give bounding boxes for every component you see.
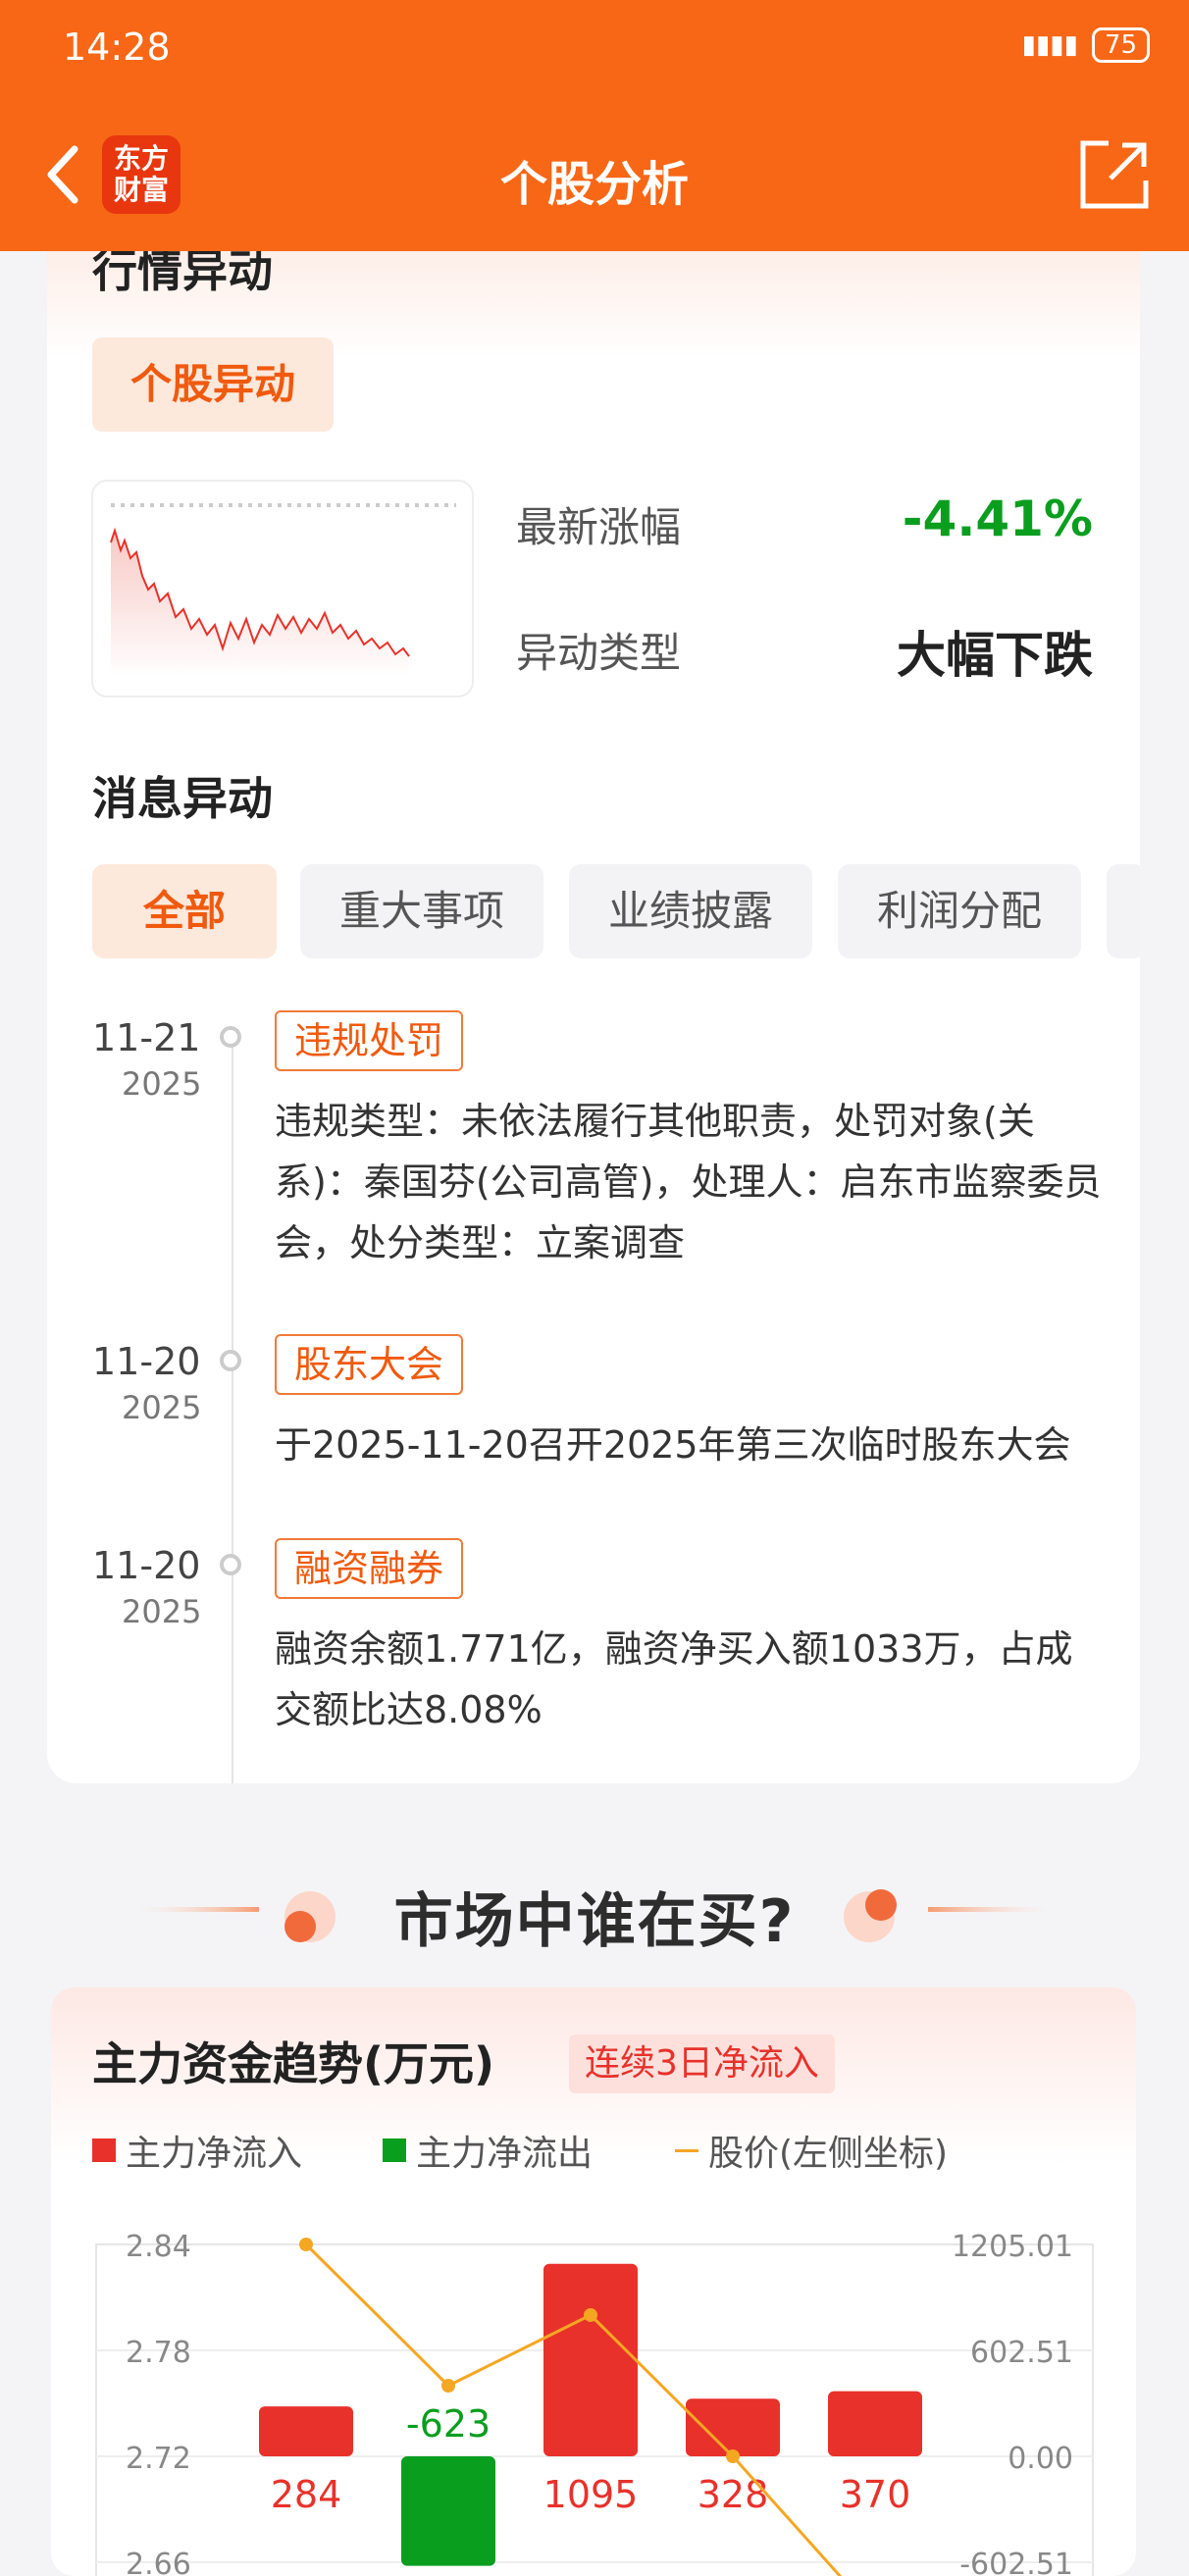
flow-bar <box>259 2406 353 2456</box>
event-tag[interactable]: 融资融券 <box>275 1538 464 1599</box>
latest-change-value: -4.41% <box>902 490 1093 547</box>
latest-change-label: 最新涨幅 <box>516 503 682 551</box>
legend-price: 股价(左侧坐标) <box>675 2125 948 2176</box>
event-tag[interactable]: 股东大会 <box>275 1334 464 1395</box>
flow-bar <box>828 2391 922 2456</box>
status-time: 14:28 <box>63 26 171 69</box>
section-title-news: 消息异动 <box>92 772 273 825</box>
flow-value-label: -623 <box>406 2402 491 2446</box>
status-bar: 14:28 ▮▮▮▮ 75 <box>0 0 1189 98</box>
flow-value-label: 284 <box>271 2473 342 2516</box>
legend-outflow: 主力净流出 <box>383 2125 593 2176</box>
event-year: 2025 <box>122 1593 202 1630</box>
y-right-tick: 1205.01 <box>952 2230 1073 2264</box>
anomaly-card: 行情异动 个股异动 最新涨幅 -4.41% 异动类型 大幅下跌 消息异动 全部 … <box>47 251 1140 1783</box>
fund-flow-title: 主力资金趋势(万元) <box>92 2037 495 2090</box>
price-point <box>441 2379 455 2393</box>
intraday-sparkline[interactable] <box>91 480 474 697</box>
y-left-tick: 2.66 <box>126 2548 191 2576</box>
tab-earnings[interactable]: 业绩披露 <box>569 864 812 958</box>
event-text[interactable]: 于2025-11-20召开2025年第三次临时股东大会 <box>275 1415 1109 1475</box>
anomaly-type-value: 大幅下跌 <box>897 627 1093 684</box>
y-left-tick: 2.72 <box>126 2442 191 2476</box>
status-icons: ▮▮▮▮ 75 <box>1022 27 1150 63</box>
tab-all[interactable]: 全部 <box>92 864 277 958</box>
event-date: 11-20 <box>92 1544 201 1587</box>
event-date: 11-20 <box>92 1340 201 1383</box>
fund-flow-chart[interactable]: 2.84 1205.01 2.78 602.51 2.72 0.00 2.66 -602.51… <box>51 2184 1136 2576</box>
fund-flow-card: 主力资金趋势(万元) 连续3日净流入 主力净流入 主力净流出 股价(左侧坐标) … <box>51 1987 1136 2576</box>
event-year: 2025 <box>122 1389 202 1426</box>
flow-bar <box>401 2456 495 2566</box>
y-right-tick: -602.51 <box>959 2548 1073 2576</box>
tab-more[interactable] <box>1107 864 1140 958</box>
event-date: 11-21 <box>92 1016 201 1059</box>
price-point <box>584 2308 597 2322</box>
y-left-tick: 2.84 <box>126 2230 191 2264</box>
event-tag[interactable]: 违规处罚 <box>275 1010 464 1071</box>
flow-bar <box>686 2398 780 2456</box>
y-right-tick: 0.00 <box>1008 2442 1073 2476</box>
tab-dividend[interactable]: 利润分配 <box>838 864 1081 958</box>
timeline-line <box>232 1036 233 1783</box>
legend-inflow: 主力净流入 <box>92 2125 302 2176</box>
y-left-tick: 2.78 <box>126 2336 191 2370</box>
flow-bar <box>543 2263 638 2456</box>
timeline-dot <box>220 1026 241 1048</box>
flow-value-label: 1095 <box>543 2473 639 2516</box>
price-point <box>299 2238 313 2251</box>
event-text[interactable]: 违规类型：未依法履行其他职责，处罚对象(关系)：秦国芬(公司高管)，处理人：启东… <box>275 1091 1109 1273</box>
anomaly-type-label: 异动类型 <box>516 629 682 677</box>
timeline-dot <box>220 1554 241 1575</box>
battery-icon: 75 <box>1091 27 1150 63</box>
timeline-dot <box>220 1350 241 1371</box>
section-title-market: 行情异动 <box>92 251 273 297</box>
pill-stock-anomaly[interactable]: 个股异动 <box>92 337 334 432</box>
signal-icon: ▮▮▮▮ <box>1021 30 1078 60</box>
tab-major-events[interactable]: 重大事项 <box>300 864 543 958</box>
flow-value-label: 370 <box>840 2473 911 2516</box>
event-text[interactable]: 融资余额1.771亿，融资净买入额1033万，占成交额比达8.08% <box>275 1619 1109 1740</box>
page-title: 个股分析 <box>499 157 689 212</box>
who-buying-banner: 市场中谁在买? <box>0 1874 1189 1956</box>
flow-value-label: 328 <box>698 2473 769 2516</box>
fund-flow-badge: 连续3日净流入 <box>569 2035 835 2093</box>
share-icon[interactable] <box>1077 137 1152 212</box>
banner-title: 市场中谁在买? <box>393 1887 796 1956</box>
y-right-tick: 602.51 <box>970 2336 1073 2370</box>
event-year: 2025 <box>122 1065 202 1103</box>
nav-bar: 东方 财富 个股分析 <box>0 98 1189 251</box>
price-point <box>726 2449 740 2463</box>
